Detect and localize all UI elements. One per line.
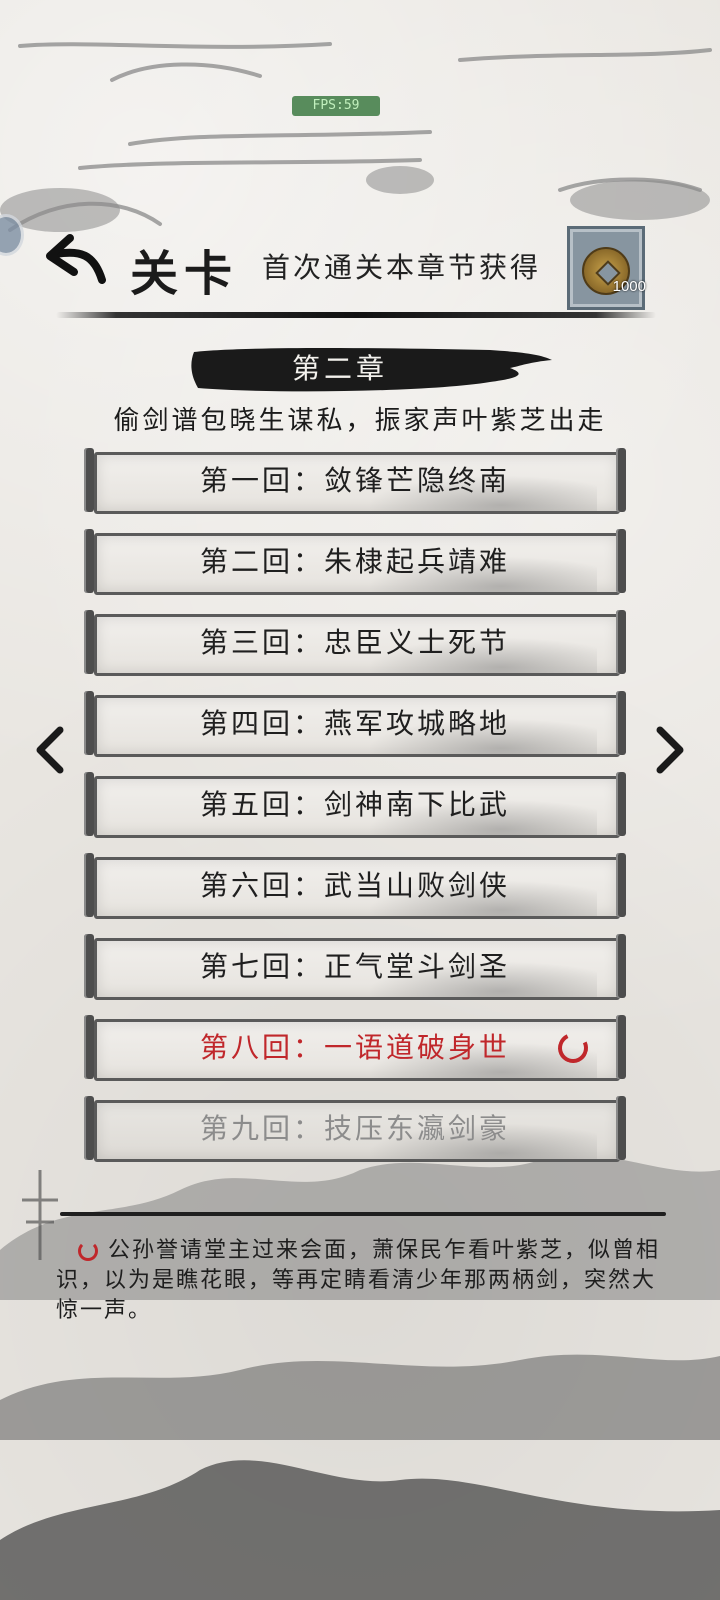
episode-scroll-1[interactable]: 第一回：敛锋芒隐终南 bbox=[84, 448, 626, 514]
fps-counter: FPS:59 bbox=[292, 96, 380, 116]
episode-title: 第一回：敛锋芒隐终南 bbox=[199, 464, 510, 497]
description-text: 公孙誉请堂主过来会面，萧保民乍看叶紫芝，似曾相识，以为是瞧花眼，等再定睛看清少年… bbox=[56, 1238, 661, 1323]
episode-description: 公孙誉请堂主过来会面，萧保民乍看叶紫芝，似曾相识，以为是瞧花眼，等再定睛看清少年… bbox=[56, 1236, 676, 1326]
previous-chapter-button[interactable] bbox=[30, 724, 70, 776]
episode-scroll-9[interactable]: 第九回：技压东瀛剑豪 bbox=[84, 1096, 626, 1162]
episode-title: 第四回：燕军攻城略地 bbox=[199, 707, 510, 740]
episode-title: 第七回：正气堂斗剑圣 bbox=[199, 950, 510, 983]
episode-scroll-5[interactable]: 第五回：剑神南下比武 bbox=[84, 772, 626, 838]
chapter-subtitle: 偷剑谱包晓生谋私，振家声叶紫芝出走 bbox=[113, 406, 607, 436]
episode-title: 第九回：技压东瀛剑豪 bbox=[199, 1112, 510, 1145]
chapter-label: 第二章 bbox=[291, 352, 388, 385]
current-progress-icon bbox=[78, 1241, 98, 1261]
episode-title: 第八回：一语道破身世 bbox=[199, 1031, 510, 1064]
reward-item[interactable]: 1000 bbox=[567, 226, 646, 310]
description-divider bbox=[60, 1212, 666, 1216]
episode-title: 第三回：忠臣义士死节 bbox=[199, 626, 510, 659]
episode-scroll-4[interactable]: 第四回：燕军攻城略地 bbox=[84, 691, 626, 757]
episode-scroll-7[interactable]: 第七回：正气堂斗剑圣 bbox=[84, 934, 626, 1000]
ink-clouds-decoration bbox=[0, 42, 712, 232]
header-divider bbox=[56, 312, 656, 318]
episode-scroll-3[interactable]: 第三回：忠臣义士死节 bbox=[84, 610, 626, 676]
reward-amount: 1000 bbox=[612, 278, 646, 295]
episode-scroll-6[interactable]: 第六回：武当山败剑侠 bbox=[84, 853, 626, 919]
chevron-right-icon bbox=[656, 726, 684, 774]
page-title: 关卡 bbox=[130, 246, 239, 302]
chapter-banner: 第二章 bbox=[190, 344, 554, 394]
episode-title: 第六回：武当山败剑侠 bbox=[199, 869, 510, 902]
chevron-left-icon bbox=[36, 726, 64, 774]
chapter-reward-label: 首次通关本章节获得 bbox=[262, 251, 542, 284]
back-button[interactable] bbox=[40, 232, 116, 292]
ink-mountains-decoration bbox=[0, 1154, 720, 1600]
episode-title: 第二回：朱棣起兵靖难 bbox=[199, 545, 510, 578]
episode-scroll-2[interactable]: 第二回：朱棣起兵靖难 bbox=[84, 529, 626, 595]
back-arrow-icon bbox=[46, 234, 106, 284]
episode-list: 第一回：敛锋芒隐终南 第二回：朱棣起兵靖难 第三回：忠臣义士死节 第四回：燕军攻… bbox=[84, 448, 626, 1177]
episode-title: 第五回：剑神南下比武 bbox=[199, 788, 510, 821]
episode-scroll-8[interactable]: 第八回：一语道破身世 bbox=[84, 1015, 626, 1081]
next-chapter-button[interactable] bbox=[650, 724, 690, 776]
